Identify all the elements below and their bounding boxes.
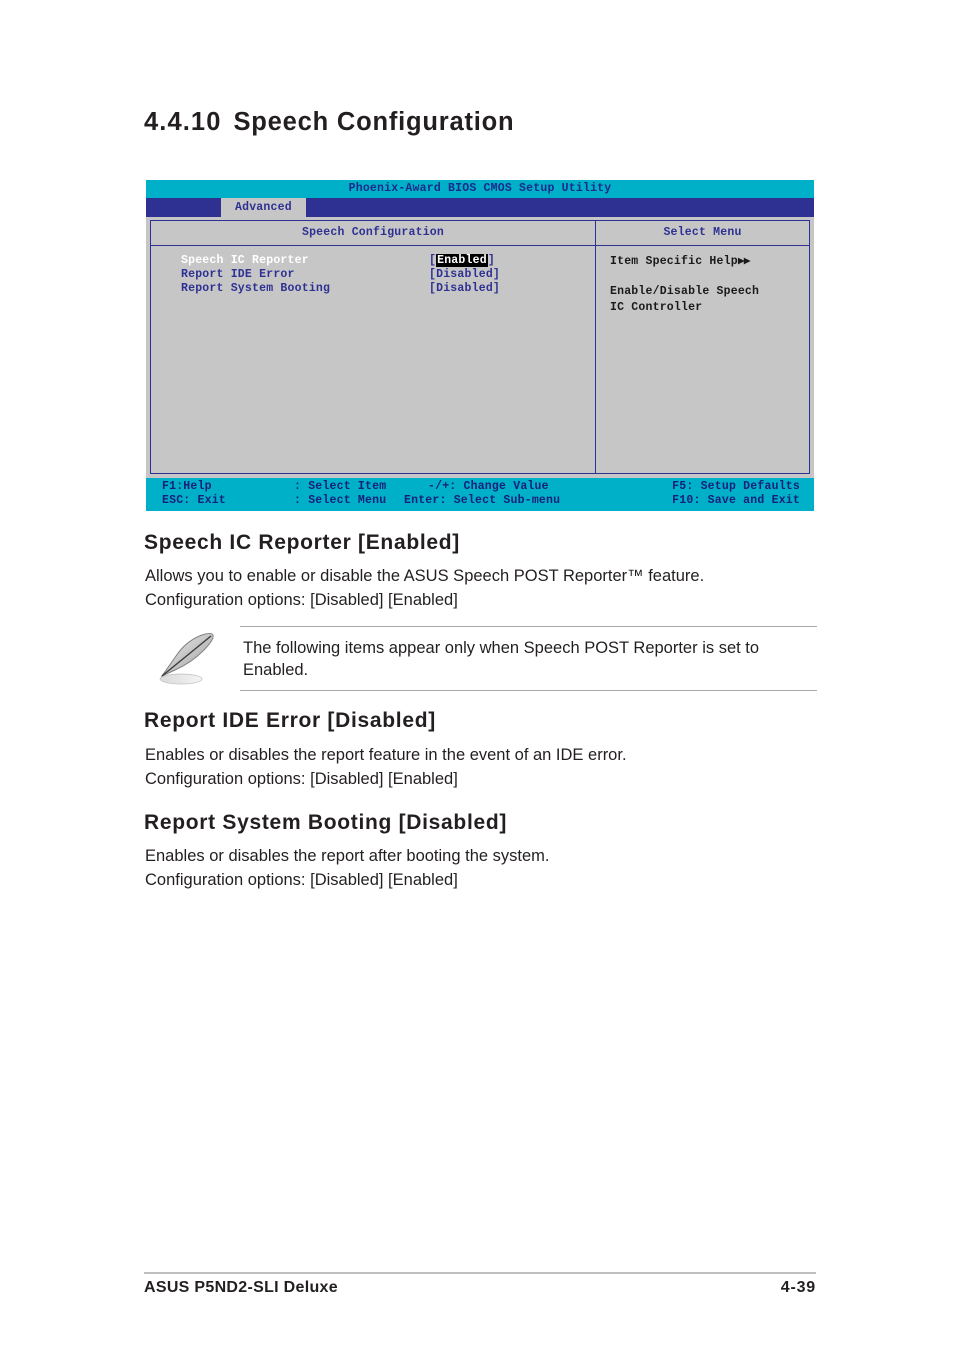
right-panel-header: Select Menu xyxy=(596,221,809,246)
tab-advanced[interactable]: Advanced xyxy=(221,198,306,217)
key-f5-setup-defaults: F5: Setup Defaults xyxy=(672,480,800,493)
note-rule-top xyxy=(240,626,817,627)
paragraph-report-ide-error-line2: Configuration options: [Disabled] [Enabl… xyxy=(145,770,458,788)
key-select-item: : Select Item xyxy=(294,480,387,493)
footer-product-name: ASUS P5ND2-SLI Deluxe xyxy=(144,1279,338,1296)
key-legend-row-1: F1:Help : Select Item -/+: Change Value … xyxy=(146,480,814,494)
option-value[interactable]: [Disabled] xyxy=(429,268,500,282)
help-title: Item Specific Help▶▶ xyxy=(610,254,809,270)
footer-page-number: 4-39 xyxy=(780,1279,816,1296)
section-title-text: Speech Configuration xyxy=(233,108,515,136)
key-f10-save-and-exit: F10: Save and Exit xyxy=(672,494,800,507)
paragraph-report-system-booting-line2: Configuration options: [Disabled] [Enabl… xyxy=(145,871,458,889)
paragraph-speech-ic-reporter-line2: Configuration options: [Disabled] [Enabl… xyxy=(145,591,458,609)
bios-setup-screenshot: Phoenix-Award BIOS CMOS Setup Utility Ad… xyxy=(146,180,814,511)
key-legend-row-2: ESC: Exit : Select Menu Enter: Select Su… xyxy=(146,494,814,508)
help-title-text: Item Specific Help xyxy=(610,255,738,268)
help-line-1: Enable/Disable Speech xyxy=(610,285,760,298)
section-number: 4.4.10 xyxy=(144,108,222,136)
bios-key-legend: F1:Help : Select Item -/+: Change Value … xyxy=(146,478,814,511)
help-description: Enable/Disable Speech IC Controller xyxy=(610,284,809,316)
key-f1-help: F1:Help xyxy=(162,480,212,493)
note-line-2: Enabled. xyxy=(243,661,309,679)
option-value-highlight: Enabled xyxy=(436,254,488,267)
bios-option-list: Speech IC Reporter [Enabled] Report IDE … xyxy=(151,246,595,473)
bios-option-row-report-system-booting[interactable]: Report System Booting [Disabled] xyxy=(151,282,595,296)
heading-report-system-booting: Report System Booting [Disabled] xyxy=(144,811,508,834)
paragraph-speech-ic-reporter-line1: Allows you to enable or disable the ASUS… xyxy=(145,567,705,585)
option-value-text: Disabled xyxy=(436,268,493,281)
page-title: 4.4.10 Speech Configuration xyxy=(144,108,514,137)
option-label: Report System Booting xyxy=(181,282,331,295)
bios-menubar: Advanced xyxy=(146,198,814,217)
note-box: The following items appear only when Spe… xyxy=(145,622,817,694)
footer-divider xyxy=(144,1272,816,1274)
paragraph-report-ide-error-line1: Enables or disables the report feature i… xyxy=(145,746,627,764)
pencil-note-icon xyxy=(150,624,230,694)
option-value[interactable]: [Disabled] xyxy=(429,282,500,296)
note-rule-bottom xyxy=(240,690,817,691)
option-label: Report IDE Error xyxy=(181,268,295,281)
heading-report-ide-error: Report IDE Error [Disabled] xyxy=(144,709,436,732)
bios-left-panel: Speech Configuration Speech IC Reporter … xyxy=(150,220,596,474)
key-select-menu: : Select Menu xyxy=(294,494,387,507)
option-value[interactable]: [Enabled] xyxy=(429,254,495,268)
double-right-arrow-icon: ▶▶ xyxy=(737,255,751,268)
option-label: Speech IC Reporter xyxy=(181,254,309,267)
paragraph-report-system-booting-line1: Enables or disables the report after boo… xyxy=(145,847,550,865)
document-page: 4.4.10 Speech Configuration Phoenix-Award… xyxy=(0,0,954,1351)
bios-option-row-speech-ic-reporter[interactable]: Speech IC Reporter [Enabled] xyxy=(151,254,595,268)
note-line-1: The following items appear only when Spe… xyxy=(243,639,760,657)
bios-body: Speech Configuration Speech IC Reporter … xyxy=(146,217,814,478)
heading-speech-ic-reporter: Speech IC Reporter [Enabled] xyxy=(144,531,460,554)
bios-titlebar: Phoenix-Award BIOS CMOS Setup Utility xyxy=(146,180,814,198)
help-line-2: IC Controller xyxy=(610,301,703,314)
item-specific-help: Item Specific Help▶▶ Enable/Disable Spee… xyxy=(596,246,809,316)
bios-option-row-report-ide-error[interactable]: Report IDE Error [Disabled] xyxy=(151,268,595,282)
bios-right-panel: Select Menu Item Specific Help▶▶ Enable/… xyxy=(596,220,810,474)
option-value-text: Disabled xyxy=(436,282,493,295)
key-change-value: -/+: Change Value xyxy=(428,480,549,493)
left-panel-header: Speech Configuration xyxy=(151,221,595,246)
key-enter-select-submenu: Enter: Select Sub-menu xyxy=(404,494,561,507)
key-esc-exit: ESC: Exit xyxy=(162,494,226,507)
note-text: The following items appear only when Spe… xyxy=(243,637,803,681)
